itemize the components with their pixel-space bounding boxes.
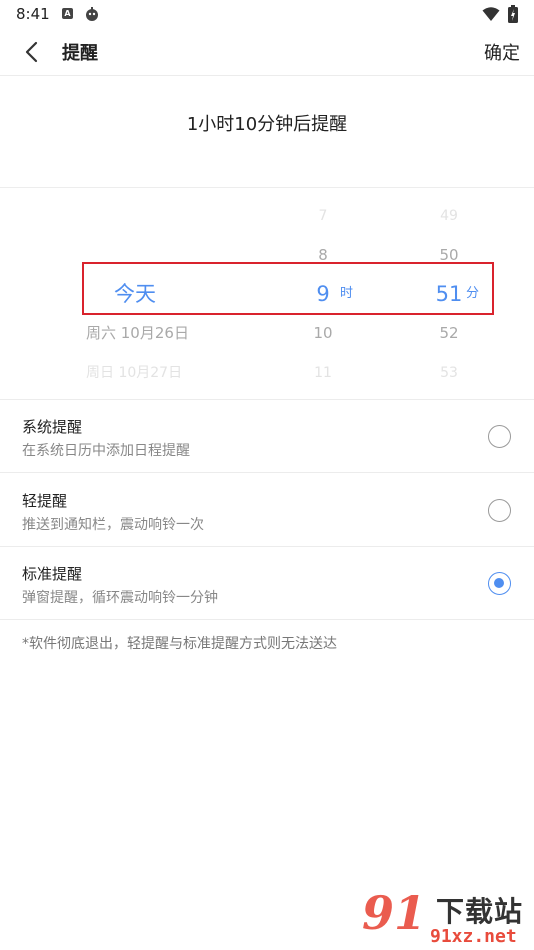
robot-icon — [84, 6, 100, 26]
picker-row: 周日 10月27日 11 53 — [0, 358, 534, 388]
chevron-left-icon[interactable] — [20, 39, 46, 65]
option-title: 轻提醒 — [22, 492, 68, 510]
status-bar: 8:41 A — [0, 0, 534, 28]
picker-hour[interactable]: 7 — [294, 201, 352, 231]
picker-row: 7 49 — [0, 201, 534, 231]
watermark-logo-icon: 91 — [362, 886, 427, 940]
picker-day[interactable]: 周六 10月26日 — [86, 318, 189, 348]
picker-day[interactable]: 周日 10月27日 — [86, 358, 182, 388]
option-title: 标准提醒 — [22, 565, 83, 583]
watermark-text: 下载站 — [436, 895, 524, 928]
page-title: 提醒 — [62, 43, 98, 64]
picker-minute[interactable]: 49 — [420, 201, 478, 231]
battery-icon — [508, 5, 518, 27]
wifi-icon — [482, 6, 500, 26]
option-light-reminder[interactable]: 轻提醒 推送到通知栏，震动响铃一次 — [0, 474, 534, 547]
picker-hour[interactable]: 11 — [294, 358, 352, 388]
option-description: 弹窗提醒，循环震动响铃一分钟 — [22, 590, 218, 606]
option-description: 推送到通知栏，震动响铃一次 — [22, 517, 204, 533]
radio-unchecked[interactable] — [488, 425, 511, 448]
a-box-icon: A — [62, 8, 73, 19]
selection-highlight-box — [82, 262, 494, 315]
footnote: *软件彻底退出，轻提醒与标准提醒方式则无法送达 — [22, 636, 337, 652]
option-description: 在系统日历中添加日程提醒 — [22, 443, 190, 459]
radio-checked[interactable] — [488, 572, 511, 595]
radio-unchecked[interactable] — [488, 499, 511, 522]
picker-row: 周六 10月26日 10 52 — [0, 318, 534, 348]
picker-hour[interactable]: 10 — [294, 318, 352, 348]
picker-minute[interactable]: 53 — [420, 358, 478, 388]
confirm-button[interactable]: 确定 — [484, 39, 520, 65]
picker-minute[interactable]: 52 — [420, 318, 478, 348]
option-standard-reminder[interactable]: 标准提醒 弹窗提醒，循环震动响铃一分钟 — [0, 547, 534, 620]
nav-bar: 提醒 确定 — [0, 28, 534, 76]
reminder-summary: 1小时10分钟后提醒 — [186, 114, 348, 135]
status-time: 8:41 — [16, 5, 50, 23]
watermark: 91 下载站 91xz.net — [358, 886, 534, 950]
watermark-url: 91xz.net — [430, 926, 517, 947]
option-title: 系统提醒 — [22, 418, 83, 436]
option-system-reminder[interactable]: 系统提醒 在系统日历中添加日程提醒 — [0, 400, 534, 473]
